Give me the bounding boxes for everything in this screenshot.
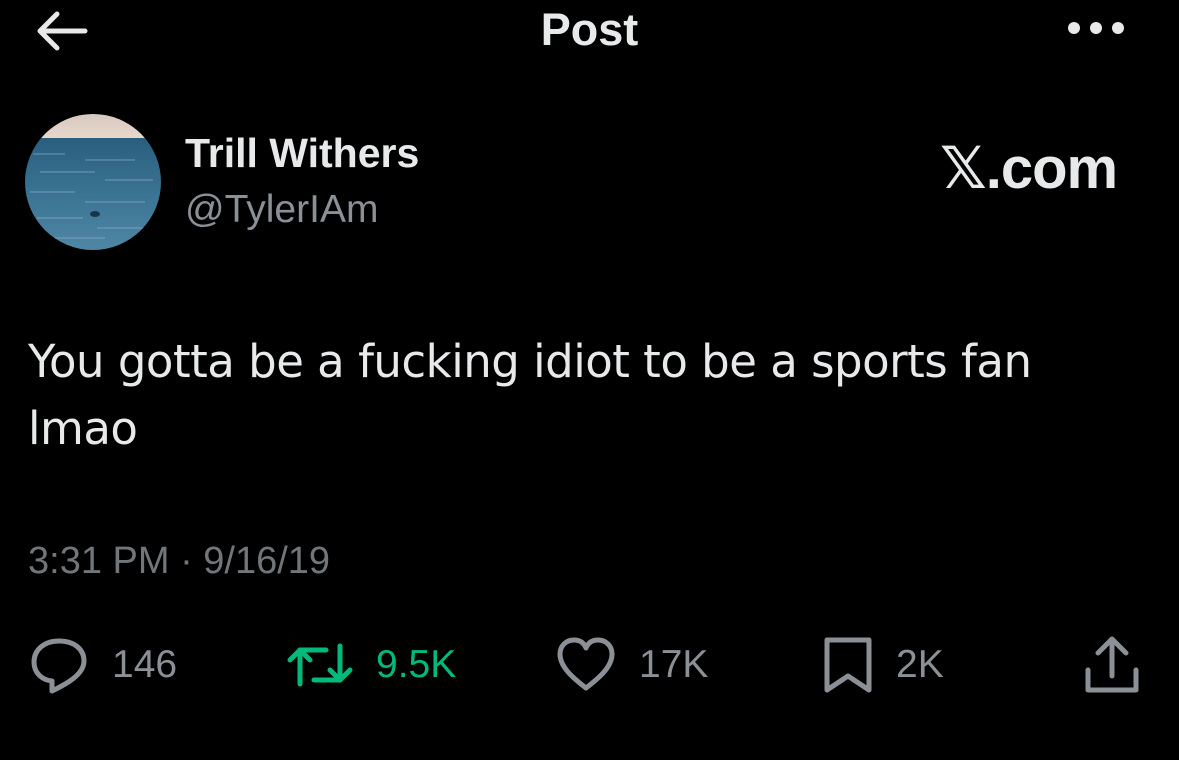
x-com-watermark: 𝕏.com (940, 136, 1118, 201)
arrow-left-icon (37, 11, 88, 51)
reply-button[interactable]: 146 (28, 630, 177, 700)
like-count: 17K (639, 643, 709, 686)
bookmark-button[interactable]: 2K (822, 630, 944, 700)
reply-icon (31, 638, 87, 694)
like-button[interactable]: 17K (555, 630, 708, 700)
page-title: Post (540, 4, 639, 55)
back-button[interactable] (30, 6, 90, 52)
avatar[interactable] (25, 114, 161, 250)
post-text-line: You gotta be a fucking idiot to be a spo… (28, 335, 1032, 388)
repost-button[interactable]: 9.5K (286, 630, 456, 700)
share-button[interactable] (1082, 630, 1142, 700)
share-icon (1085, 636, 1139, 693)
post-text: You gotta be a fucking idiot to be a spo… (28, 328, 1138, 462)
author-handle[interactable]: @TylerIAm (185, 188, 378, 232)
action-bar: 146 9.5K 17K 2K (0, 630, 1179, 700)
bookmark-count: 2K (896, 643, 944, 686)
post-timestamp[interactable]: 3:31 PM · 9/16/19 (28, 540, 330, 583)
heart-icon (557, 637, 615, 691)
repost-icon (287, 643, 353, 687)
repost-count: 9.5K (376, 643, 457, 686)
more-horizontal-icon (1068, 22, 1124, 34)
more-options-button[interactable] (1060, 14, 1132, 42)
post-text-line: lmao (28, 402, 138, 455)
bookmark-icon (824, 637, 872, 693)
top-bar: Post (0, 0, 1179, 62)
reply-count: 146 (112, 643, 178, 686)
author-display-name[interactable]: Trill Withers (185, 130, 419, 177)
ocean-horizon-photo (25, 114, 161, 250)
